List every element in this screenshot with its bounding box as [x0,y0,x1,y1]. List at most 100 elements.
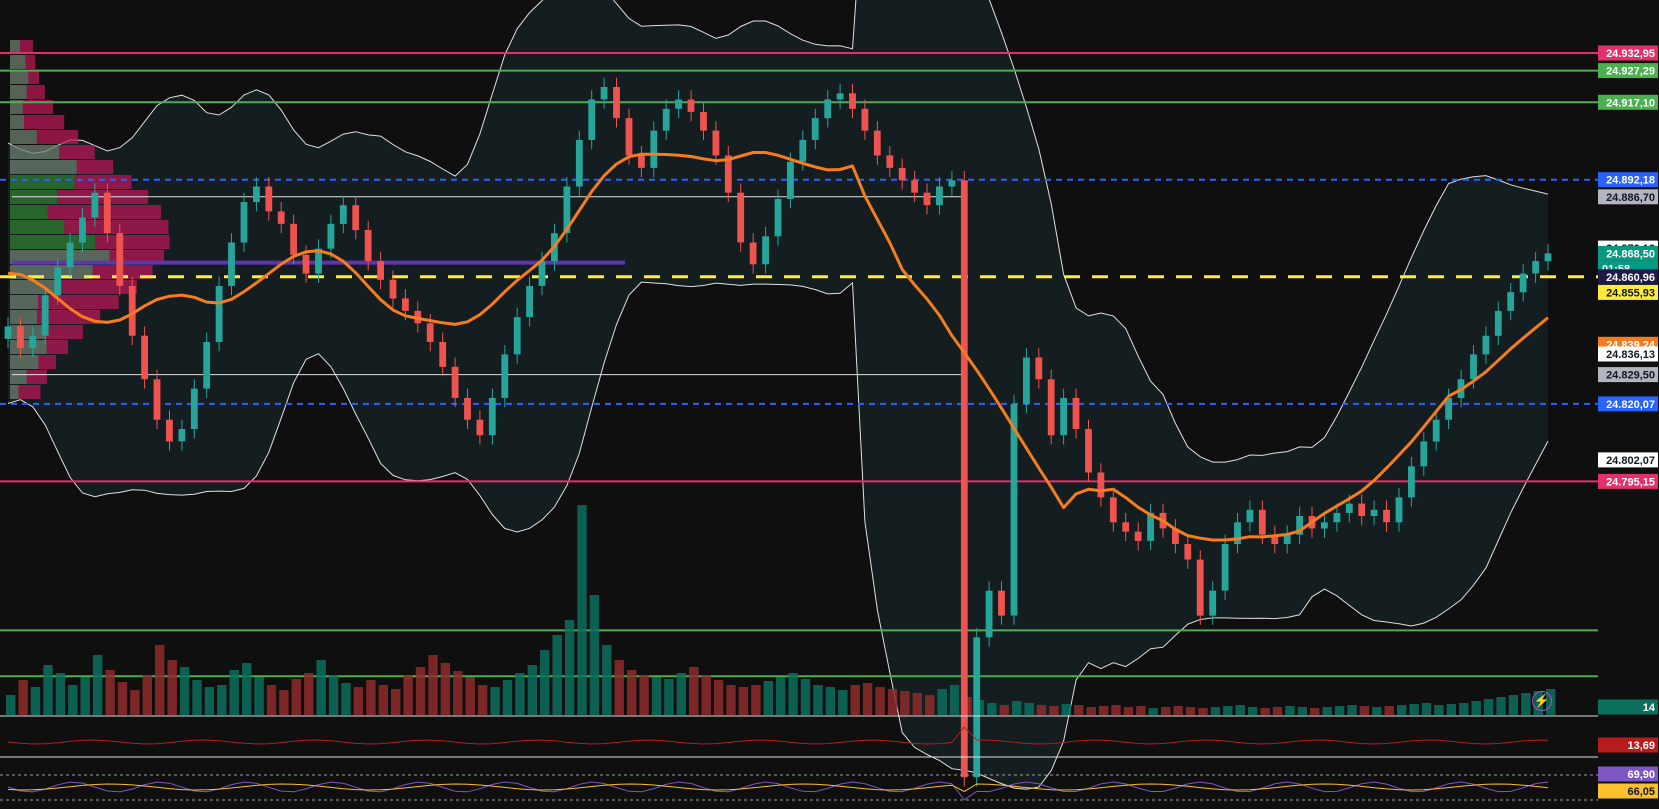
volume-bar [552,635,562,715]
candle-body [402,298,409,311]
candle-body [985,590,993,638]
candle-body [898,167,906,181]
candle-body [253,186,260,202]
volume-bar [229,670,239,715]
volume-bar [515,673,525,715]
candle-body [1420,441,1428,467]
volume-bar [763,681,773,715]
profile-row-up [10,370,27,384]
profile-row-up [10,145,60,159]
candle-body [302,254,310,274]
candle-body [1482,335,1490,355]
candle-body [675,99,682,109]
volume-bar [664,679,674,715]
price-badge: 24.868,50 [1606,248,1655,260]
candle-body [240,202,248,243]
volume-bar [378,685,388,715]
volume-bar [1459,703,1469,715]
candle-body [538,261,546,286]
volume-bar [1136,706,1146,715]
candle-body [1196,559,1204,616]
volume-bar [1272,707,1283,715]
candle-body [215,286,223,342]
candle-body [66,242,74,268]
candle-body [178,429,186,442]
volume-bar [1247,707,1258,715]
candle-body [488,397,496,436]
volume-badge: 14 [1643,702,1656,714]
price-badge: 24.860,96 [1606,272,1655,284]
candle-body [824,99,832,119]
volume-bar [192,680,202,715]
candle-body [277,211,285,224]
volume-bar [18,680,28,715]
volume-bar [328,675,339,715]
candle-body [861,108,869,131]
candle-body [352,205,360,231]
price-badge: 24.802,07 [1606,455,1655,467]
volume-bar [639,675,649,715]
candle-body [638,155,645,168]
rsi-line [7,781,1549,801]
candle-body [749,242,757,265]
profile-row-up [10,40,21,54]
volume-bar [1148,708,1158,715]
volume-bar [627,670,637,715]
candle-body [687,99,695,112]
candle-body [886,155,894,168]
profile-row-up [10,70,29,84]
profile-row-down [74,175,132,189]
volume-bar [776,677,786,715]
candle-body [1072,397,1080,429]
chart-canvas[interactable]: 24.932,95 24.927,29 24.917,10 24.892,18 24.8… [0,0,1659,809]
volume-bar [713,680,724,715]
volume-bar [1223,706,1233,715]
volume-bar [1185,707,1196,715]
volume-bar [1036,705,1047,715]
profile-row-up [10,175,75,189]
volume-bar [564,620,575,715]
volume-bar [751,685,761,715]
candle-body [166,419,173,442]
volume-bar [68,685,78,715]
candle-body [836,93,844,100]
candle-body [153,379,161,420]
candle-body [737,192,745,243]
price-badge: 24.917,10 [1606,97,1655,109]
lightning-bolt-icon[interactable]: ⚡ [1532,691,1552,711]
candle-body [501,354,509,398]
volume-bar [1235,705,1245,715]
profile-row-up [10,55,26,69]
candle-body [811,118,819,140]
candle-body [799,139,807,162]
profile-row-up [10,205,48,219]
candle-body [1370,509,1378,516]
candle-body [228,242,235,286]
candle-body [1184,544,1192,560]
candle-body [203,342,211,389]
volume-bar [43,665,53,715]
volume-bar [1483,699,1494,715]
volume-bar [316,660,326,715]
candle-body [712,130,720,156]
volume-bar [1347,705,1357,715]
candle-body [1035,357,1043,380]
volume-bar [937,689,947,715]
candle-body [141,335,148,380]
profile-row-up [10,160,77,174]
volume-bar [130,690,140,715]
volume-bar [440,663,451,715]
trading-chart[interactable]: 24.932,95 24.927,29 24.917,10 24.892,18 24.8… [0,0,1659,809]
candle-body [849,93,856,109]
volume-bar [1372,707,1382,715]
candle-body [190,388,198,429]
volume-bar [105,670,115,715]
volume-bar [1086,707,1096,715]
candle-body [650,130,658,168]
candle-body [290,223,297,255]
candle-body [464,397,471,420]
volume-bar [1210,707,1221,715]
candle-body [513,317,521,355]
price-badge: 24.829,50 [1606,370,1655,382]
candle-body [700,111,707,131]
